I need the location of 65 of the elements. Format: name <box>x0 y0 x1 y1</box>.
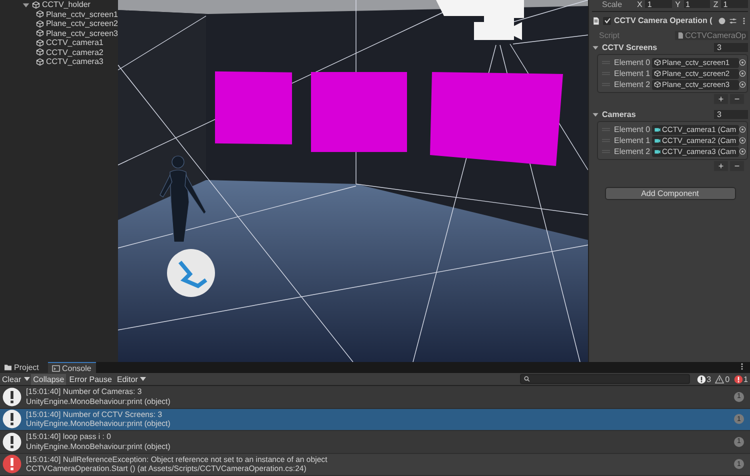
element-label: Element 1 <box>614 136 652 145</box>
size-field[interactable]: 3 <box>714 43 748 52</box>
error-icon <box>2 454 22 474</box>
panel-tab[interactable]: Project <box>0 362 48 373</box>
axis-label: X <box>637 0 642 8</box>
number-field[interactable]: 1 <box>721 0 748 8</box>
toggle-button[interactable]: Collapse <box>31 374 66 384</box>
info-icon <box>2 386 22 407</box>
camera-icon <box>654 148 661 155</box>
element-label: Element 2 <box>614 80 652 89</box>
folder-icon <box>4 364 12 371</box>
field-label: Scale <box>601 0 624 8</box>
number-field[interactable]: 1 <box>645 0 672 8</box>
caret-icon <box>140 377 146 381</box>
panel-tab[interactable]: Console <box>48 362 96 373</box>
add-element-button[interactable]: + <box>714 94 728 104</box>
component-title: CCTV Camera Operation ( <box>614 16 714 25</box>
search-field[interactable] <box>520 374 690 384</box>
axis-label: Z <box>713 0 718 8</box>
error-icon <box>734 374 743 384</box>
element-label: Element 1 <box>614 69 652 78</box>
log-filter-toggle[interactable]: 3 <box>696 374 712 384</box>
hierarchy-item[interactable]: CCTV_camera2 <box>46 48 104 57</box>
hierarchy-item[interactable]: CCTV_camera1 <box>46 38 104 48</box>
hierarchy-item[interactable]: Plane_cctv_screen2 <box>46 19 118 28</box>
enabled-checkbox[interactable] <box>603 16 611 24</box>
list-title: Cameras <box>602 110 637 119</box>
sliders-icon <box>729 16 737 24</box>
hierarchy-item[interactable]: Plane_cctv_screen1 <box>46 10 118 19</box>
console-icon <box>52 364 60 372</box>
element-label: Element 0 <box>614 58 652 67</box>
remove-element-button[interactable]: − <box>730 161 744 171</box>
search-icon <box>524 376 530 382</box>
game-object-icon <box>654 81 661 88</box>
add-element-button[interactable]: + <box>714 161 728 171</box>
add-component-button[interactable]: Add Component <box>604 187 736 200</box>
log-filter-toggle[interactable]: 1 <box>734 374 748 384</box>
camera-icon <box>654 126 661 133</box>
log-filter-toggle[interactable]: 0 <box>715 374 730 384</box>
element-label: Element 2 <box>614 147 652 156</box>
info-icon <box>2 409 22 430</box>
hierarchy-item[interactable]: Plane_cctv_screen3 <box>46 28 118 38</box>
list-title: CCTV Screens <box>602 43 658 52</box>
script-field[interactable]: CCTVCameraOp <box>675 30 748 40</box>
element-label: Element 0 <box>614 125 652 134</box>
field-label: Script <box>598 30 620 40</box>
game-object-icon <box>654 70 661 77</box>
warning-icon <box>715 374 724 384</box>
script-file-icon <box>592 16 600 24</box>
script-file-icon <box>677 32 684 38</box>
caret-icon <box>24 377 30 381</box>
clear-button[interactable]: Clear <box>0 374 24 384</box>
remove-element-button[interactable]: − <box>730 94 744 104</box>
toggle-button[interactable]: Error Pause <box>67 374 114 384</box>
selection-handle-icon <box>167 249 215 297</box>
info-icon <box>2 432 22 452</box>
size-field[interactable]: 3 <box>714 110 748 119</box>
dropdown-button[interactable]: Editor <box>114 374 148 384</box>
hierarchy-item[interactable]: CCTV_camera3 <box>46 57 104 66</box>
camera-gizmo-icon <box>436 0 524 40</box>
camera-icon <box>654 137 661 144</box>
axis-label: Y <box>675 0 680 8</box>
hierarchy-item[interactable]: CCTV_holder <box>42 0 90 10</box>
number-field[interactable]: 1 <box>684 0 710 8</box>
game-object-icon <box>654 59 661 66</box>
